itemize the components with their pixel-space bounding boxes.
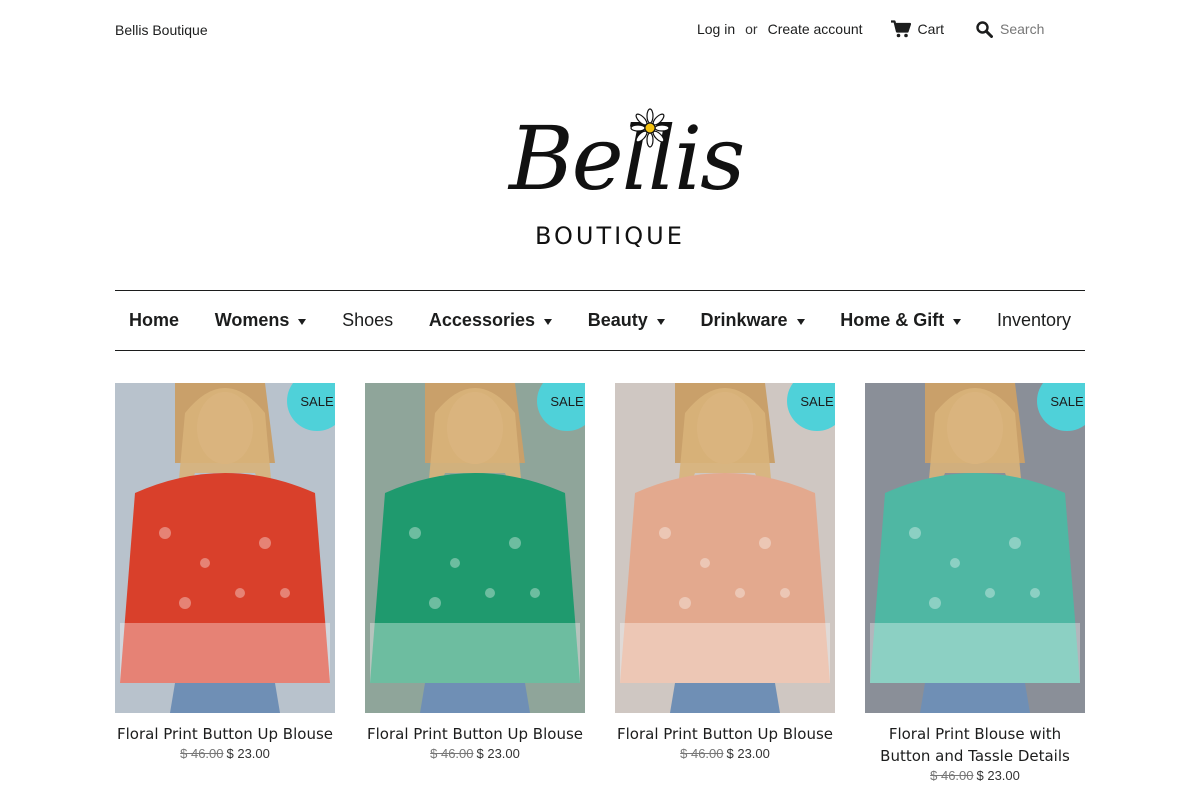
cart-icon[interactable] [890,20,911,38]
or-text: or [745,21,758,37]
sale-price: $ 23.00 [476,746,520,761]
nav-item-label: Home & Gift [840,310,945,330]
caret-down-icon [796,318,805,325]
product-title[interactable]: Floral Print Button Up Blouse [365,723,585,745]
original-price: $ 46.00 [930,768,974,783]
product-card[interactable]: SALE Floral Print Blouse with Button and … [865,383,1085,783]
login-link[interactable]: Log in [697,21,735,37]
caret-down-icon [543,318,552,325]
nav-item-label: Accessories [428,310,535,330]
nav-item-label: Inventory [996,310,1071,330]
product-image[interactable]: SALE [365,383,585,713]
caret-down-icon [953,318,962,325]
nav-item-label: Beauty [587,310,648,330]
logo-script-text: Bellis [509,107,745,210]
product-card[interactable]: SALE Floral Print Button Up Blouse $ 46.00… [365,383,585,783]
caret-down-icon [656,318,665,325]
account-links: Log in or Create account Cart [697,20,1085,38]
nav-item-drinkware[interactable]: Drinkware [700,310,805,331]
original-price: $ 46.00 [180,746,224,761]
top-bar: Bellis Boutique Log in or Create account… [115,0,1085,62]
search-icon[interactable] [976,20,993,38]
product-card[interactable]: SALE Floral Print Button Up Blouse $ 46.00… [615,383,835,783]
product-image[interactable]: SALE [615,383,835,713]
main-navigation: Home Womens Shoes Accessories Beauty Drinkwar… [115,290,1085,351]
product-title[interactable]: Floral Print Button Up Blouse [115,723,335,745]
product-title[interactable]: Floral Print Blouse with Button and Tass… [865,723,1085,767]
nav-item-beauty[interactable]: Beauty [588,310,665,331]
store-name-link[interactable]: Bellis Boutique [115,22,208,38]
product-title[interactable]: Floral Print Button Up Blouse [615,723,835,745]
nav-item-shoes[interactable]: Shoes [342,310,393,331]
product-price: $ 46.00 $ 23.00 [615,746,835,761]
sale-price: $ 23.00 [976,768,1020,783]
cart-link[interactable]: Cart [918,21,944,37]
product-card[interactable]: SALE Floral Print Button Up Blouse $ 46.00… [115,383,335,783]
original-price: $ 46.00 [680,746,724,761]
product-grid: SALE Floral Print Button Up Blouse $ 46.00… [115,383,1085,783]
sale-price: $ 23.00 [226,746,270,761]
nav-item-inventory[interactable]: Inventory [997,310,1071,331]
product-price: $ 46.00 $ 23.00 [365,746,585,761]
sale-price: $ 23.00 [726,746,770,761]
logo-sub-text: BOUTIQUE [535,222,685,250]
product-image[interactable]: SALE [115,383,335,713]
search-input[interactable] [1000,21,1085,37]
daisy-icon [630,108,670,148]
caret-down-icon [298,318,307,325]
nav-item-home-gift[interactable]: Home & Gift [840,310,962,331]
store-logo[interactable]: Bellis BOUTIQUE [505,100,745,260]
nav-item-womens[interactable]: Womens [215,310,307,331]
nav-item-label: Drinkware [700,310,788,330]
nav-item-home[interactable]: Home [129,310,179,331]
nav-item-accessories[interactable]: Accessories [429,310,552,331]
product-price: $ 46.00 $ 23.00 [865,768,1085,783]
nav-item-label: Shoes [342,310,394,330]
product-image[interactable]: SALE [865,383,1085,713]
create-account-link[interactable]: Create account [768,21,863,37]
product-price: $ 46.00 $ 23.00 [115,746,335,761]
nav-item-label: Womens [214,310,290,330]
original-price: $ 46.00 [430,746,474,761]
nav-item-label: Home [129,310,180,330]
